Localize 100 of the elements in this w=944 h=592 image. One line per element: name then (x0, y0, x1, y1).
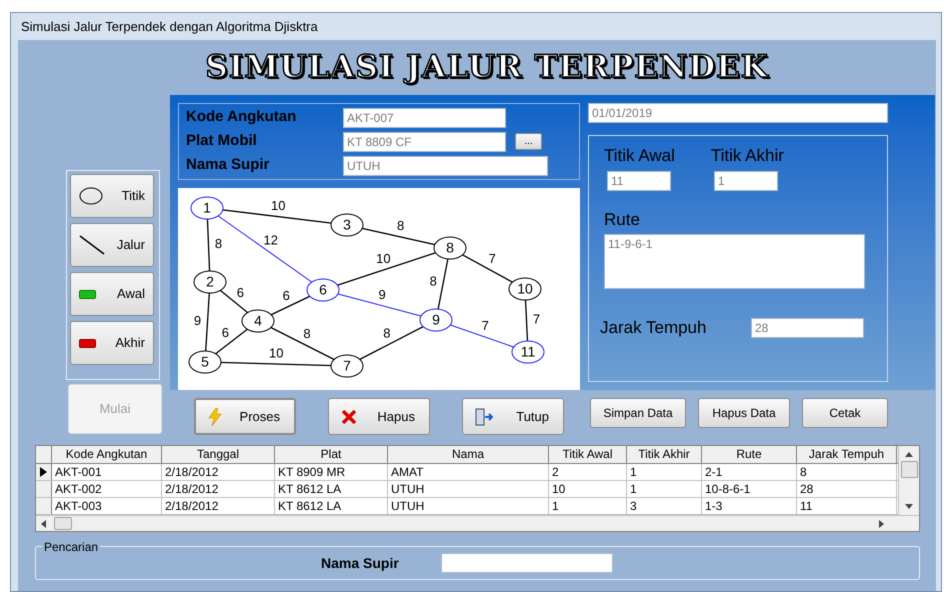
row-pointer-icon (40, 467, 47, 477)
table-cell: 3 (627, 498, 702, 514)
window-title: Simulasi Jalur Terpendek dengan Algoritma Djisktra (21, 18, 318, 36)
end-node-field[interactable]: 1 (714, 170, 778, 190)
column-header[interactable]: Tanggal (162, 446, 275, 463)
graph-node[interactable]: 8 (434, 236, 466, 260)
text-field[interactable]: AKT-007 (343, 108, 506, 128)
field-label: Titik Akhir (710, 145, 784, 167)
table-cell: 1 (549, 498, 627, 514)
field-label: Nama Supir (321, 554, 400, 573)
table-cell: 2/18/2012 (162, 481, 275, 497)
field-label: Jarak Tempuh (600, 317, 708, 339)
field-label: Rute (604, 208, 641, 230)
action-button[interactable]: Tutup (462, 398, 564, 435)
action-button[interactable]: Cetak (802, 398, 888, 428)
table-cell: AKT-003 (52, 498, 162, 514)
table-cell: AKT-002 (52, 481, 162, 497)
edge-weight: 6 (282, 288, 290, 303)
column-header[interactable]: Plat (275, 446, 388, 463)
graph-node[interactable]: 6 (306, 278, 340, 302)
graph-node[interactable]: 3 (330, 214, 364, 236)
column-header[interactable]: Nama (388, 446, 549, 463)
graph-node[interactable]: 5 (188, 350, 222, 374)
scroll-right-icon[interactable] (879, 520, 885, 528)
scroll-thumb[interactable] (54, 517, 72, 530)
column-header[interactable]: Kode Angkutan (52, 446, 162, 463)
edge-weight: 8 (383, 326, 391, 341)
scroll-down-icon[interactable] (905, 504, 913, 510)
tool-button[interactable]: Jalur (70, 223, 154, 267)
table-cell: 10-8-6-1 (702, 481, 797, 497)
distance-field[interactable]: 28 (751, 318, 864, 338)
table-cell: KT 8612 LA (275, 481, 388, 497)
column-header[interactable]: Rute (702, 446, 797, 463)
tool-button[interactable]: Awal (70, 272, 154, 316)
graph-node[interactable]: 4 (242, 310, 274, 332)
edge-weight: 10 (269, 345, 284, 360)
field-label: Kode Angkutan (186, 107, 298, 128)
horizontal-scrollbar[interactable] (36, 515, 919, 531)
app-heading: SIMULASI JALUR TERPENDEK (205, 48, 769, 88)
table-cell: AMAT (388, 464, 549, 480)
table-cell: 1 (627, 464, 702, 480)
table-cell: UTUH (388, 498, 549, 514)
action-button[interactable]: Hapus Data (698, 398, 790, 428)
edge-weight: 10 (270, 198, 286, 213)
search-field[interactable] (441, 553, 613, 573)
tool-button[interactable]: Akhir (70, 321, 154, 365)
table-cell: 28 (797, 481, 897, 497)
graph-node[interactable]: 11 (512, 340, 544, 364)
tool-button[interactable]: Titik (70, 174, 154, 218)
close-icon (341, 410, 357, 424)
field-label: Plat Mobil (186, 131, 258, 152)
circle-icon (79, 187, 103, 205)
end-indicator-icon (79, 338, 96, 348)
scroll-thumb[interactable] (900, 461, 918, 478)
graph-node[interactable]: 7 (330, 354, 364, 378)
graph-node[interactable]: 10 (508, 278, 542, 300)
table-cell: 1-3 (702, 498, 797, 514)
table-cell: 2/18/2012 (162, 464, 275, 480)
graph-node[interactable]: 9 (420, 308, 452, 332)
browse-button[interactable]: ... (515, 133, 542, 150)
text-field[interactable]: KT 8809 CF (343, 132, 506, 152)
table-cell: 2 (549, 464, 627, 480)
action-button[interactable]: Simpan Data (590, 398, 686, 428)
action-button[interactable]: Hapus (328, 398, 430, 435)
lightning-icon (208, 408, 222, 426)
table-cell: 10 (549, 481, 627, 497)
table-cell: 1 (627, 481, 702, 497)
exit-door-icon (475, 408, 493, 426)
column-header[interactable]: Titik Akhir (627, 446, 702, 463)
field-label: Nama Supir (186, 155, 270, 176)
edge-weight: 6 (236, 285, 244, 300)
edge-weight: 12 (264, 232, 278, 248)
line-icon (79, 235, 105, 255)
column-header[interactable]: Jarak Tempuh (797, 446, 897, 463)
edge-weight: 8 (303, 326, 311, 342)
graph-node[interactable]: 2 (194, 270, 226, 294)
edge-weight: 8 (214, 236, 222, 252)
start-node-field[interactable]: 11 (607, 170, 671, 190)
start-indicator-icon (79, 290, 96, 298)
table-cell: UTUH (388, 481, 549, 497)
graph-node[interactable]: 1 (190, 196, 224, 220)
table-cell: KT 8909 MR (275, 464, 388, 480)
scroll-up-icon[interactable] (905, 451, 913, 457)
edge-weight: 7 (482, 318, 489, 333)
text-field[interactable]: UTUH (343, 156, 548, 176)
edge-weight: 7 (532, 311, 540, 326)
field-label: Titik Awal (604, 145, 675, 167)
route-field[interactable]: 11-9-6-1 (604, 234, 865, 289)
edge-weight: 9 (194, 312, 202, 328)
scroll-left-icon[interactable] (40, 520, 46, 528)
edge-weight: 6 (222, 325, 229, 340)
column-header[interactable]: Titik Awal (549, 446, 627, 463)
edge-weight: 8 (430, 274, 437, 289)
row-header[interactable] (36, 464, 52, 480)
table-cell: 2/18/2012 (162, 498, 275, 514)
table-cell: KT 8612 LA (275, 498, 388, 514)
date-field[interactable]: 01/01/2019 (588, 103, 888, 123)
table-cell: 2-1 (702, 464, 797, 480)
vertical-scrollbar[interactable] (898, 446, 919, 515)
action-button[interactable]: Proses (194, 398, 296, 435)
